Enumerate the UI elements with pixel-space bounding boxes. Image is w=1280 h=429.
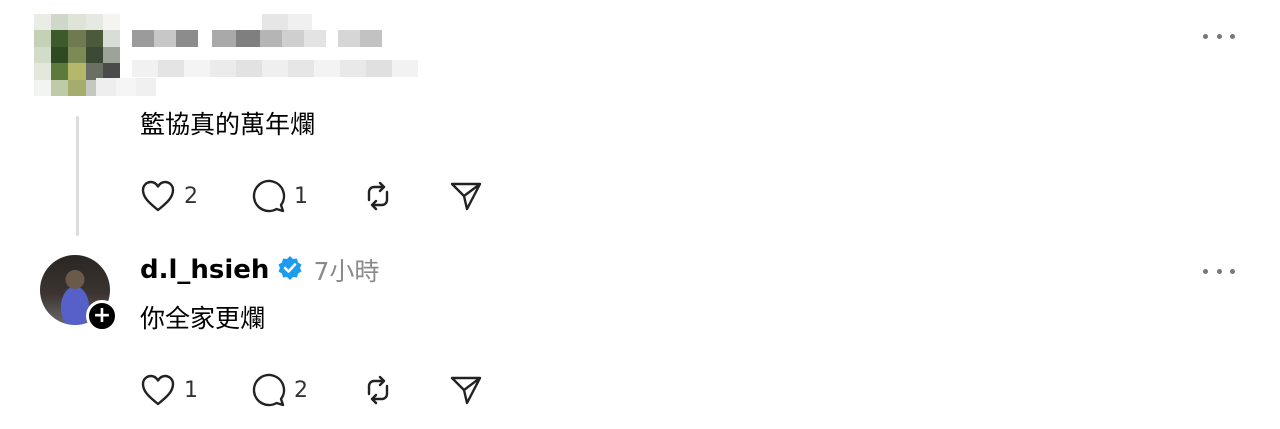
username[interactable]: d.l_hsieh <box>140 255 269 285</box>
reply-count: 2 <box>294 377 308 403</box>
send-icon <box>450 376 482 405</box>
reply-button[interactable]: 2 <box>250 372 308 408</box>
timestamp: 7小時 <box>313 257 380 286</box>
more-options-button[interactable] <box>1203 30 1235 42</box>
repost-icon <box>367 375 389 405</box>
more-dot <box>1230 33 1235 39</box>
like-count: 2 <box>184 183 198 209</box>
header-blurred-top <box>132 14 312 30</box>
username-blurred[interactable] <box>132 30 382 47</box>
reply-button[interactable]: 1 <box>250 178 308 214</box>
comment-text: 籃協真的萬年爛 <box>140 110 316 139</box>
more-dot <box>1216 268 1222 274</box>
comment-icon <box>252 179 286 213</box>
share-button[interactable] <box>448 372 484 408</box>
like-count: 1 <box>184 377 198 403</box>
send-icon <box>450 182 482 211</box>
share-button[interactable] <box>448 178 484 214</box>
action-bar: 1 2 <box>140 372 536 408</box>
comment-icon <box>252 373 286 407</box>
comment-text: 你全家更爛 <box>140 304 266 333</box>
like-button[interactable]: 2 <box>140 179 198 213</box>
action-bar: 2 1 <box>140 178 536 214</box>
like-button[interactable]: 1 <box>140 373 198 407</box>
more-dot <box>1216 33 1222 39</box>
repost-button[interactable] <box>360 372 396 408</box>
plus-icon: + <box>92 303 112 328</box>
thread-connector-line <box>76 116 79 236</box>
repost-button[interactable] <box>360 178 396 214</box>
more-dot <box>1230 268 1235 274</box>
more-dot <box>1203 33 1208 39</box>
comment-header: d.l_hsieh 7小時 <box>140 252 379 288</box>
heart-icon <box>141 180 175 212</box>
blurred-strip <box>96 78 156 96</box>
reply-count: 1 <box>294 183 308 209</box>
more-dot <box>1203 268 1208 274</box>
more-options-button[interactable] <box>1203 265 1235 277</box>
timestamp-blurred <box>132 60 418 77</box>
verified-badge-icon <box>277 255 303 285</box>
follow-button[interactable]: + <box>86 300 118 332</box>
heart-icon <box>141 374 175 406</box>
repost-icon <box>367 181 389 211</box>
